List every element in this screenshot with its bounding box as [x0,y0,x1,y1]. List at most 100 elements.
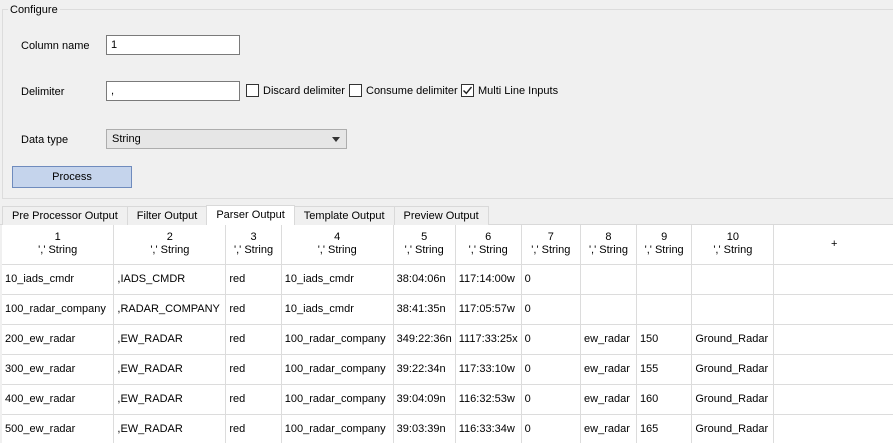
tab-preview-output[interactable]: Preview Output [393,206,489,225]
table-cell[interactable]: Ground_Radar [691,324,775,355]
checkbox-box[interactable] [461,84,474,97]
table-cell[interactable]: ew_radar [580,414,637,443]
checkmark-icon [463,86,473,95]
table-cell[interactable]: 0 [521,354,582,385]
tab-pre-processor-output[interactable]: Pre Processor Output [2,206,128,225]
table-row: 10_iads_cmdr ,IADS_CMDR red 10_iads_cmdr… [2,264,893,295]
table-cell[interactable]: 400_ew_radar [2,384,115,415]
discard-delimiter-checkbox[interactable]: Discard delimiter [246,84,345,97]
table-cell[interactable]: 39:04:09n [393,384,456,415]
table-cell[interactable]: 0 [521,264,582,295]
table-cell[interactable]: 0 [521,294,582,325]
table-cell[interactable]: 10_iads_cmdr [2,264,115,295]
table-cell[interactable]: 100_radar_company [281,384,394,415]
parser-output-table: 1 ',' String 2 ',' String 3 ',' String 4 ','… [2,225,893,443]
consume-delimiter-checkbox[interactable]: Consume delimiter [349,84,458,97]
table-cell[interactable]: 100_radar_company [2,294,115,325]
column-header[interactable]: 6 ',' String [455,225,522,265]
table-cell[interactable]: ew_radar [580,324,637,355]
process-button[interactable]: Process [12,166,132,188]
table-cell[interactable]: 300_ew_radar [2,354,115,385]
table-cell[interactable]: ,EW_RADAR [113,354,227,385]
table-cell [773,294,893,325]
table-cell[interactable]: red [225,264,282,295]
table-cell[interactable]: 150 [636,324,693,355]
table-cell[interactable] [691,294,775,325]
checkbox-box[interactable] [246,84,259,97]
table-cell[interactable]: 117:33:10w [455,354,522,385]
table-cell[interactable]: ,RADAR_COMPANY [113,294,227,325]
column-header[interactable]: 2 ',' String [113,225,227,265]
table-cell[interactable]: 0 [521,414,582,443]
table-cell[interactable]: 117:14:00w [455,264,522,295]
table-row: 300_ew_radar ,EW_RADAR red 100_radar_com… [2,354,893,385]
table-cell[interactable]: ,EW_RADAR [113,384,227,415]
tab-filter-output[interactable]: Filter Output [126,206,208,225]
table-cell[interactable]: 165 [636,414,693,443]
table-cell[interactable]: Ground_Radar [691,414,775,443]
add-column-button[interactable]: + [773,225,893,265]
table-cell[interactable]: ,IADS_CMDR [113,264,227,295]
delimiter-input[interactable]: , [106,81,240,101]
table-cell[interactable]: 100_radar_company [281,354,394,385]
table-cell[interactable]: ew_radar [580,354,637,385]
tab-parser-output[interactable]: Parser Output [206,205,295,225]
table-cell[interactable]: red [225,414,282,443]
table-cell[interactable]: 0 [521,384,582,415]
table-cell[interactable]: 155 [636,354,693,385]
column-name-input[interactable]: 1 [106,35,240,55]
table-cell[interactable]: red [225,384,282,415]
table-cell[interactable]: 160 [636,384,693,415]
multi-line-inputs-checkbox[interactable]: Multi Line Inputs [461,84,558,97]
table-cell[interactable]: red [225,354,282,385]
table-cell[interactable]: 1117:33:25x [455,324,522,355]
consume-delimiter-label: Consume delimiter [366,84,458,97]
table-cell[interactable]: 39:03:39n [393,414,456,443]
table-cell[interactable] [580,264,637,295]
table-cell[interactable]: 349:22:36n [393,324,456,355]
table-cell[interactable]: 200_ew_radar [2,324,115,355]
table-cell[interactable]: 116:33:34w [455,414,522,443]
table-cell[interactable]: 38:04:06n [393,264,456,295]
table-cell[interactable] [580,294,637,325]
column-header[interactable]: 5 ',' String [393,225,456,265]
column-header[interactable]: 3 ',' String [225,225,282,265]
column-header[interactable]: 9 ',' String [636,225,693,265]
table-cell[interactable] [691,264,775,295]
data-type-select[interactable]: String [106,129,347,149]
table-cell[interactable]: 10_iads_cmdr [281,264,394,295]
column-header[interactable]: 8 ',' String [580,225,637,265]
table-cell[interactable]: 117:05:57w [455,294,522,325]
table-cell[interactable] [636,294,693,325]
table-cell[interactable]: 39:22:34n [393,354,456,385]
column-header[interactable]: 1 ',' String [2,225,115,265]
discard-delimiter-label: Discard delimiter [263,84,345,97]
tab-template-output[interactable]: Template Output [293,206,395,225]
table-cell[interactable]: red [225,294,282,325]
checkbox-box[interactable] [349,84,362,97]
table-cell [773,384,893,415]
table-cell[interactable]: 38:41:35n [393,294,456,325]
column-name-label: Column name [21,40,90,52]
multi-line-inputs-label: Multi Line Inputs [478,84,559,97]
table-cell[interactable]: 10_iads_cmdr [281,294,394,325]
table-cell[interactable]: ,EW_RADAR [113,414,227,443]
table-cell[interactable]: Ground_Radar [691,384,775,415]
table-cell[interactable]: 100_radar_company [281,414,394,443]
column-header[interactable]: 7 ',' String [521,225,582,265]
table-cell[interactable]: 100_radar_company [281,324,394,355]
table-cell[interactable]: 500_ew_radar [2,414,115,443]
column-header[interactable]: 10 ',' String [691,225,775,265]
table-cell [773,414,893,443]
table-cell[interactable]: 0 [521,324,582,355]
table-cell[interactable]: red [225,324,282,355]
table-cell[interactable]: Ground_Radar [691,354,775,385]
table-cell[interactable] [636,264,693,295]
table-cell[interactable]: 116:32:53w [455,384,522,415]
delimiter-label: Delimiter [21,86,65,98]
parser-output-grid: 1 ',' String 2 ',' String 3 ',' String 4 ','… [2,225,893,443]
table-row: 500_ew_radar ,EW_RADAR red 100_radar_com… [2,414,893,443]
column-header[interactable]: 4 ',' String [281,225,394,265]
table-cell[interactable]: ,EW_RADAR [113,324,227,355]
table-cell[interactable]: ew_radar [580,384,637,415]
